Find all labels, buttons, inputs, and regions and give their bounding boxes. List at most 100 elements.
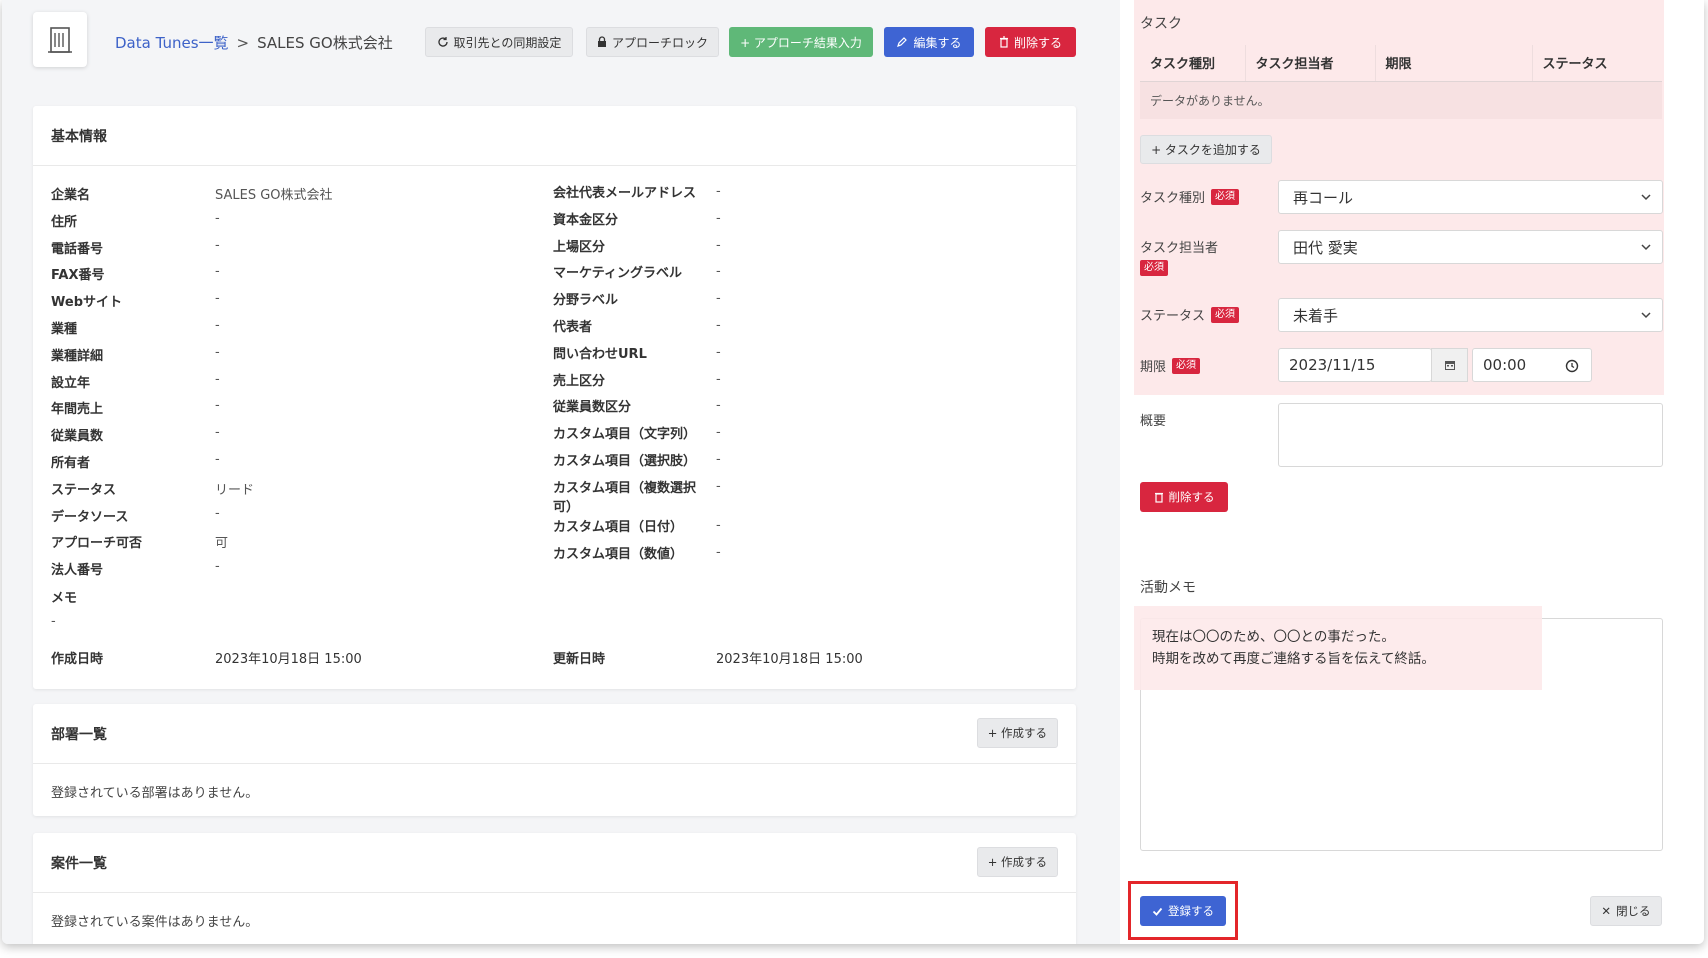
task-assignee-select[interactable]: 田代 愛実 xyxy=(1278,230,1663,264)
field-label: 売上区分 xyxy=(553,373,606,389)
task-assignee-label-text: タスク担当者 xyxy=(1140,241,1219,256)
create-department-button[interactable]: + 作成する xyxy=(976,718,1058,748)
task-type-label-text: タスク種別 xyxy=(1140,191,1206,206)
field-label: Webサイト xyxy=(51,295,122,311)
task-col-status: ステータス xyxy=(1532,45,1662,82)
departments-title-text: 部署一覧 xyxy=(51,726,107,743)
task-assignee-label: タスク担当者 必須 xyxy=(1140,237,1250,276)
field-label: FAX番号 xyxy=(51,268,105,284)
chevron-down-icon xyxy=(1641,244,1651,251)
pencil-icon xyxy=(897,37,908,47)
task-due-time-value: 00:00 xyxy=(1483,356,1527,374)
calendar-button[interactable] xyxy=(1431,348,1468,382)
field-label: 企業名 xyxy=(51,188,91,203)
company-logo xyxy=(33,12,87,67)
task-summary-textarea[interactable] xyxy=(1278,403,1663,467)
task-summary-label: 概要 xyxy=(1140,410,1166,429)
updated-value: 2023年10月18日 15:00 xyxy=(716,652,863,667)
field-label: 代表者 xyxy=(553,320,593,335)
close-icon: ✕ xyxy=(1601,904,1612,918)
field-value: - xyxy=(215,452,220,467)
field-label: カスタム項目（日付） xyxy=(553,519,684,535)
add-task-label: + タスクを追加する xyxy=(1151,143,1261,157)
edit-label: 編集する xyxy=(913,35,962,50)
field-value: - xyxy=(215,505,220,521)
field-label: 業種 xyxy=(51,322,78,337)
field-label: 設立年 xyxy=(51,375,91,391)
field-value: - xyxy=(215,291,220,307)
close-label: 閉じる xyxy=(1616,904,1651,918)
task-due-time-input[interactable]: 00:00 xyxy=(1472,348,1592,382)
field-label: マーケティングラベル xyxy=(553,266,682,282)
close-button[interactable]: ✕ 閉じる xyxy=(1590,896,1662,926)
task-status-label: ステータス 必須 xyxy=(1140,305,1240,324)
field-value: - xyxy=(716,398,721,414)
basic-info-card: 基本情報 企業名 SALES GO株式会社 住所 - 電話番号 - FAX番号 - Webサイト… xyxy=(33,106,1076,689)
field-value: - xyxy=(215,318,220,333)
field-value: - xyxy=(716,371,721,387)
deals-title: 案件一覧 xyxy=(33,833,1076,893)
task-assignee-value: 田代 愛実 xyxy=(1293,238,1358,257)
deals-card: 案件一覧 + 作成する 登録されている案件はありません。 xyxy=(33,833,1076,944)
building-icon xyxy=(48,26,72,53)
field-value: - xyxy=(215,210,220,226)
field-label: 業種詳細 xyxy=(51,348,104,364)
create-deal-button[interactable]: + 作成する xyxy=(976,847,1058,877)
delete-task-label: 削除する xyxy=(1168,490,1215,504)
field-value: - xyxy=(215,398,220,414)
field-value: - xyxy=(716,478,721,494)
task-type-select[interactable]: 再コール xyxy=(1278,180,1663,214)
submit-button[interactable]: 登録する xyxy=(1140,896,1226,926)
task-col-assignee: タスク担当者 xyxy=(1245,45,1376,82)
approach-result-button[interactable]: + アプローチ結果入力 xyxy=(729,27,873,57)
approach-result-panel: タスク タスク種別 タスク担当者 期限 ステータス データがありません。 + タ… xyxy=(1120,0,1704,944)
required-badge: 必須 xyxy=(1211,306,1240,323)
lock-icon xyxy=(597,36,606,47)
field-label: カスタム項目（選択肢） xyxy=(553,454,697,469)
add-task-button[interactable]: + タスクを追加する xyxy=(1140,135,1272,164)
submit-label: 登録する xyxy=(1168,904,1214,918)
field-value: - xyxy=(716,544,721,560)
task-due-date-input[interactable]: 2023/11/15 xyxy=(1278,348,1432,382)
sync-settings-button[interactable]: 取引先との同期設定 xyxy=(425,27,573,57)
breadcrumb-link-list[interactable]: Data Tunes一覧 xyxy=(115,34,229,52)
activity-memo-text: 現在は〇〇のため、〇〇との事だった。 時期を改めて再度ご連絡する旨を伝えて終話。 xyxy=(1152,626,1435,670)
check-icon xyxy=(1152,907,1163,916)
required-badge: 必須 xyxy=(1172,357,1201,374)
departments-card: 部署一覧 + 作成する 登録されている部署はありません。 xyxy=(33,704,1076,816)
delete-label: 削除する xyxy=(1013,35,1062,50)
delete-button[interactable]: 削除する xyxy=(985,27,1076,57)
clock-icon xyxy=(1565,359,1579,373)
field-label: アプローチ可否 xyxy=(51,536,143,552)
task-status-value: 未着手 xyxy=(1293,306,1339,325)
created-value: 2023年10月18日 15:00 xyxy=(215,652,362,667)
task-summary-label-text: 概要 xyxy=(1140,414,1167,429)
updated-label: 更新日時 xyxy=(553,652,606,667)
activity-memo-line-1: 現在は〇〇のため、〇〇との事だった。 xyxy=(1152,629,1395,645)
approach-lock-button[interactable]: アプローチロック xyxy=(586,27,719,57)
field-value: - xyxy=(215,371,220,387)
field-label: 住所 xyxy=(51,214,78,230)
required-badge: 必須 xyxy=(1211,188,1240,205)
field-value: - xyxy=(716,210,721,226)
field-label: 会社代表メールアドレス xyxy=(553,186,697,201)
approach-lock-label: アプローチロック xyxy=(611,35,708,50)
task-table-empty: データがありません。 xyxy=(1140,81,1662,119)
field-value: - xyxy=(716,264,721,280)
task-type-value: 再コール xyxy=(1293,188,1354,207)
task-col-due: 期限 xyxy=(1375,45,1533,82)
delete-task-button[interactable]: 削除する xyxy=(1140,482,1228,512)
task-status-select[interactable]: 未着手 xyxy=(1278,298,1663,332)
task-due-label: 期限 必須 xyxy=(1140,356,1201,375)
field-label: 従業員数 xyxy=(51,429,104,445)
task-col-type: タスク種別 xyxy=(1140,45,1246,82)
field-value: - xyxy=(215,237,220,253)
task-type-label: タスク種別 必須 xyxy=(1140,187,1240,206)
deals-empty-message: 登録されている案件はありません。 xyxy=(51,915,259,930)
field-label: 法人番号 xyxy=(51,563,104,579)
field-label: データソース xyxy=(51,509,129,525)
field-value: - xyxy=(215,425,220,441)
edit-button[interactable]: 編集する xyxy=(884,27,974,57)
trash-icon xyxy=(999,36,1008,48)
chevron-down-icon xyxy=(1641,194,1651,201)
